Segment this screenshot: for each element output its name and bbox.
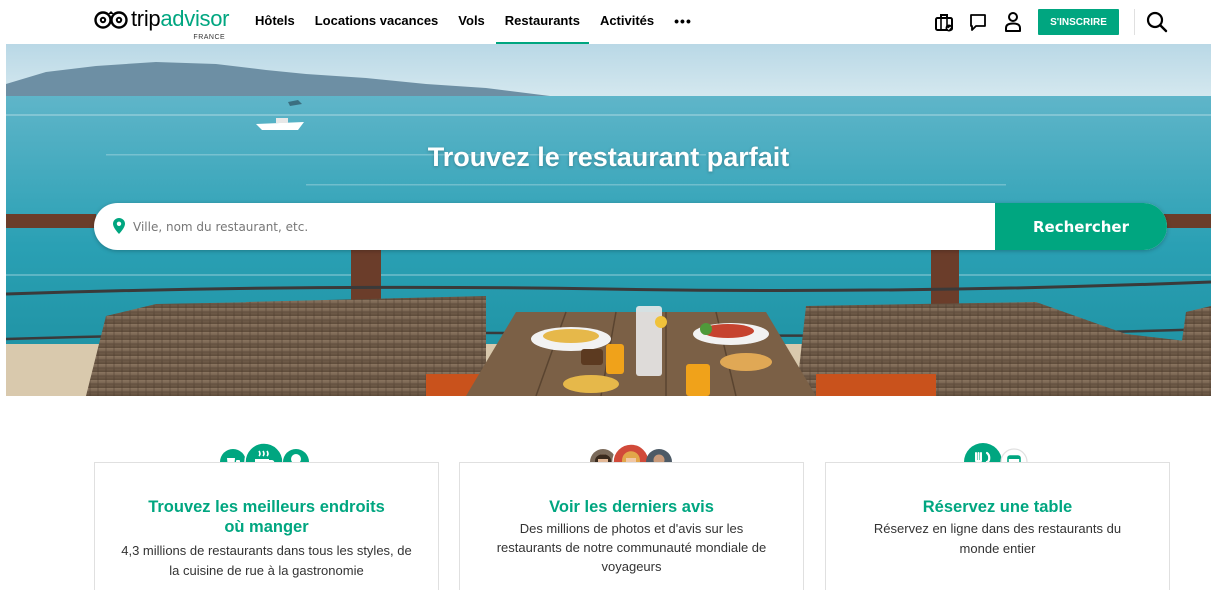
main-nav: Hôtels Locations vacances Vols Restauran… [255, 0, 712, 44]
card-title: Réservez une table [922, 498, 1073, 516]
restaurant-search-bar: Rechercher [94, 203, 1167, 250]
owl-logo-icon [94, 11, 128, 29]
suitcase-icon[interactable] [932, 10, 956, 34]
card-description: Des millions de photos et d'avis sur les… [496, 521, 767, 574]
nav-item-hotels[interactable]: Hôtels [255, 0, 295, 44]
nav-more-button[interactable]: ••• [674, 0, 692, 44]
user-icon[interactable] [1001, 10, 1025, 34]
search-icon[interactable] [1145, 10, 1169, 34]
card-description: Réservez en ligne dans des restaurants d… [873, 521, 1122, 556]
top-header: tripadvisor FRANCE Hôtels Locations vacan… [0, 0, 1211, 44]
search-input[interactable] [133, 203, 983, 250]
search-button[interactable]: Rechercher [995, 203, 1167, 250]
location-pin-icon [113, 218, 125, 234]
header-divider [1134, 9, 1135, 35]
nav-item-restaurants[interactable]: Restaurants [495, 0, 589, 44]
nav-item-vacation-rentals[interactable]: Locations vacances [315, 0, 439, 44]
message-icon[interactable] [966, 10, 990, 34]
card-latest-reviews[interactable]: Voir les derniers avis Des millions de p… [459, 462, 804, 590]
nav-item-activities[interactable]: Activités [600, 0, 654, 44]
hero-title: Trouvez le restaurant parfait [427, 142, 790, 172]
logo-wordmark: tripadvisor FRANCE [131, 8, 230, 42]
card-title: Trouvez les meilleurs endroits où manger [148, 498, 385, 536]
nav-item-flights[interactable]: Vols [458, 0, 485, 44]
signup-button[interactable]: S'INSCRIRE [1038, 9, 1119, 35]
tripadvisor-logo[interactable]: tripadvisor FRANCE [94, 8, 230, 42]
card-description: 4,3 millions de restaurants dans tous le… [121, 543, 412, 578]
card-find-places[interactable]: Trouvez les meilleurs endroits où manger… [94, 462, 439, 590]
card-reserve-table[interactable]: Réservez une table Réservez en ligne dan… [825, 462, 1170, 590]
hero-banner: Trouvez le restaurant parfait Rechercher [6, 44, 1211, 396]
card-title: Voir les derniers avis [549, 498, 714, 516]
